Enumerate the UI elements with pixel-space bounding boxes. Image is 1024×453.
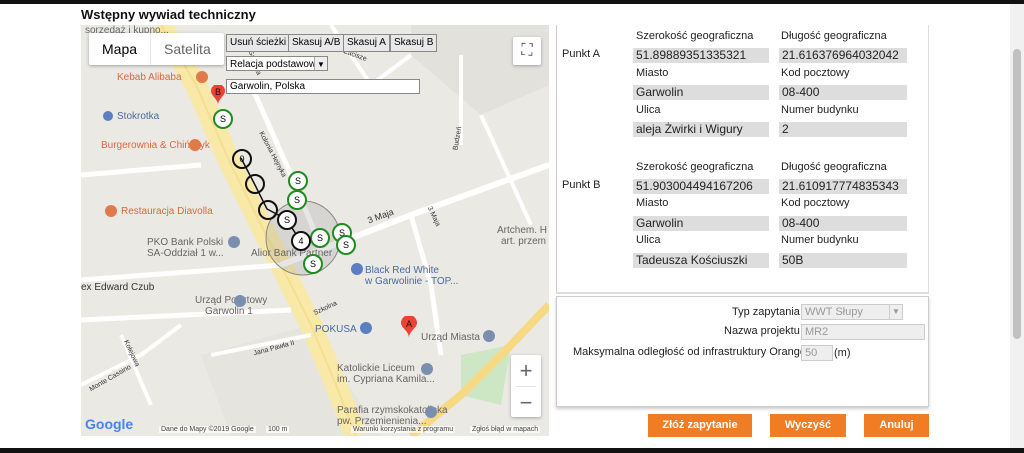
path-point-marker[interactable]: [258, 200, 278, 220]
map-place-poczta[interactable]: Urząd Pocztowy: [195, 295, 267, 306]
relation-select[interactable]: Relacja podstawowa ▼: [226, 56, 328, 71]
pole-marker[interactable]: S: [336, 235, 356, 255]
map-place-pko[interactable]: PKO Bank Polski: [147, 237, 223, 248]
page: Wstępny wywiad techniczny sorzedaż i kup…: [0, 0, 1024, 453]
map-footer: Dane do Mapy ©2019 Google 100 m Warunki …: [81, 425, 549, 436]
project-name-label: Nazwa projektu: [724, 325, 800, 337]
map-place-poczta-2: Garwolin 1: [205, 306, 253, 317]
point-b-number-label: Numer budynku: [781, 234, 859, 246]
map-place-stokrotka[interactable]: Stokrotka: [117, 111, 159, 122]
query-type-select[interactable]: WWT Słupy ▼: [801, 304, 903, 320]
point-a-lng-label: Długość geograficzna: [781, 30, 887, 42]
scrollbar-thumb[interactable]: [1013, 49, 1021, 339]
panel-border: [556, 25, 557, 293]
chevron-down-icon: ▼: [314, 57, 327, 70]
point-a-zip-field[interactable]: 08-400: [779, 85, 907, 100]
zoom-control: + −: [511, 355, 541, 417]
point-b-lng-field[interactable]: 21.610917774835343: [779, 179, 907, 194]
point-b-zip-label: Kod pocztowy: [781, 197, 850, 209]
path-point-marker[interactable]: S: [277, 210, 297, 230]
map-place-liceum[interactable]: Katolickie Liceum: [337, 363, 415, 374]
fullscreen-icon: ⛶: [521, 42, 533, 59]
point-a-number-label: Numer budynku: [781, 104, 859, 116]
cancel-button[interactable]: Anuluj: [864, 414, 929, 437]
map-scale[interactable]: 100 m: [266, 426, 290, 433]
map-place-artchem-2: art. przem: [501, 236, 547, 247]
map-search-input[interactable]: Garwolin, Polska: [226, 79, 420, 94]
map-place-pokusa[interactable]: POKUSA: [315, 324, 357, 335]
map-place-liceum-2: im. Cypriana Kamila...: [337, 374, 435, 385]
path-point-marker[interactable]: 0: [232, 149, 252, 169]
point-b-lat-field[interactable]: 51.903004494167206: [633, 179, 769, 194]
map-place-artchem[interactable]: Artchem. H: [497, 225, 547, 236]
point-a-lng-field[interactable]: 21.616376964032042: [779, 48, 907, 63]
query-type-label: Typ zapytania: [732, 306, 800, 318]
point-b-lng-label: Długość geograficzna: [781, 161, 887, 173]
map-place-urzad[interactable]: Urząd Miasta: [421, 332, 480, 343]
zoom-out-button[interactable]: −: [511, 387, 541, 418]
map-terms-link[interactable]: Warunki korzystania z programu: [351, 426, 456, 433]
divider: [556, 292, 929, 294]
point-a-lat-label: Szerokość geograficzna: [636, 30, 754, 42]
point-a-street-field[interactable]: aleja Żwirki i Wigury: [633, 122, 769, 137]
point-b-number-field[interactable]: 50B: [779, 253, 907, 268]
pole-marker[interactable]: S: [213, 109, 233, 129]
point-a-city-field[interactable]: Garwolin: [633, 85, 769, 100]
marker-a[interactable]: A: [401, 316, 417, 338]
bottom-bar: [0, 448, 1024, 453]
point-a-city-label: Miasto: [636, 67, 669, 79]
point-a-lat-field[interactable]: 51.89889351335321: [633, 48, 769, 63]
clear-path-button[interactable]: Usuń ścieżki: [226, 34, 291, 52]
map-attribution: Dane do Mapy ©2019 Google: [159, 426, 256, 433]
point-a-label: Punkt A: [562, 48, 600, 60]
point-b-city-field[interactable]: Garwolin: [633, 216, 769, 231]
point-b-zip-field[interactable]: 08-400: [779, 216, 907, 231]
point-b-label: Punkt B: [562, 179, 601, 191]
pole-marker[interactable]: S: [310, 228, 330, 248]
chevron-down-icon: ▼: [889, 305, 902, 319]
map-place-diavolla[interactable]: Restauracja Diavolla: [121, 206, 213, 217]
page-title: Wstępny wywiad techniczny: [81, 7, 256, 22]
marker-b[interactable]: B: [211, 85, 225, 105]
fullscreen-button[interactable]: ⛶: [513, 37, 541, 65]
point-a-number-field[interactable]: 2: [779, 122, 907, 137]
scrollbar[interactable]: [1010, 4, 1024, 448]
top-bar: [0, 0, 1024, 4]
pole-marker[interactable]: S: [288, 171, 308, 191]
map-place-burgerownia[interactable]: Burgerownia & Chińczyk: [101, 140, 210, 151]
map-type-map-button[interactable]: Mapa: [89, 33, 150, 65]
map-type-satellite-button[interactable]: Satelita: [150, 33, 224, 65]
submit-button[interactable]: Złóż zapytanie: [648, 414, 752, 437]
point-b-lat-label: Szerokość geograficzna: [636, 161, 754, 173]
zoom-in-button[interactable]: +: [511, 355, 541, 386]
map-type-control: Mapa Satelita: [89, 33, 224, 65]
map-street-edward: ex Edward Czub: [81, 282, 155, 293]
clear-a-button[interactable]: Skasuj A: [343, 34, 390, 52]
max-distance-input[interactable]: 50: [801, 345, 833, 361]
point-a-zip-label: Kod pocztowy: [781, 67, 850, 79]
map-place-blackred[interactable]: Black Red White: [365, 265, 439, 276]
clear-button[interactable]: Wyczyść: [770, 414, 846, 437]
map-place-parafia[interactable]: Parafia rzymskokatolicka: [337, 405, 448, 416]
point-b-city-label: Miasto: [636, 197, 669, 209]
path-point-marker[interactable]: [245, 174, 265, 194]
max-distance-unit: (m): [834, 347, 851, 359]
map-report-link[interactable]: Zgłoś błąd w mapach: [470, 426, 541, 433]
pole-marker[interactable]: S: [303, 254, 323, 274]
map-place-kebab[interactable]: Kebab Alibaba: [117, 72, 182, 83]
pole-marker[interactable]: S: [287, 190, 307, 210]
path-point-marker[interactable]: 4: [291, 231, 311, 251]
map-place-pko-2: SA-Oddział 1 w...: [147, 248, 224, 259]
map-place-blackred-2: w Garwolinie - TOP...: [365, 276, 459, 287]
point-b-street-label: Ulica: [636, 234, 661, 246]
clear-b-button[interactable]: Skasuj B: [390, 34, 438, 52]
clear-ab-button[interactable]: Skasuj A/B: [288, 34, 345, 52]
map[interactable]: sorzedaż i kupno... Kebab Alibaba Stokro…: [81, 25, 549, 436]
point-a-street-label: Ulica: [636, 104, 661, 116]
project-name-input[interactable]: MR2: [801, 324, 925, 340]
max-distance-label: Maksymalna odległość od infrastruktury O…: [573, 346, 806, 358]
point-b-street-field[interactable]: Tadeusza Kościuszki: [633, 253, 769, 268]
